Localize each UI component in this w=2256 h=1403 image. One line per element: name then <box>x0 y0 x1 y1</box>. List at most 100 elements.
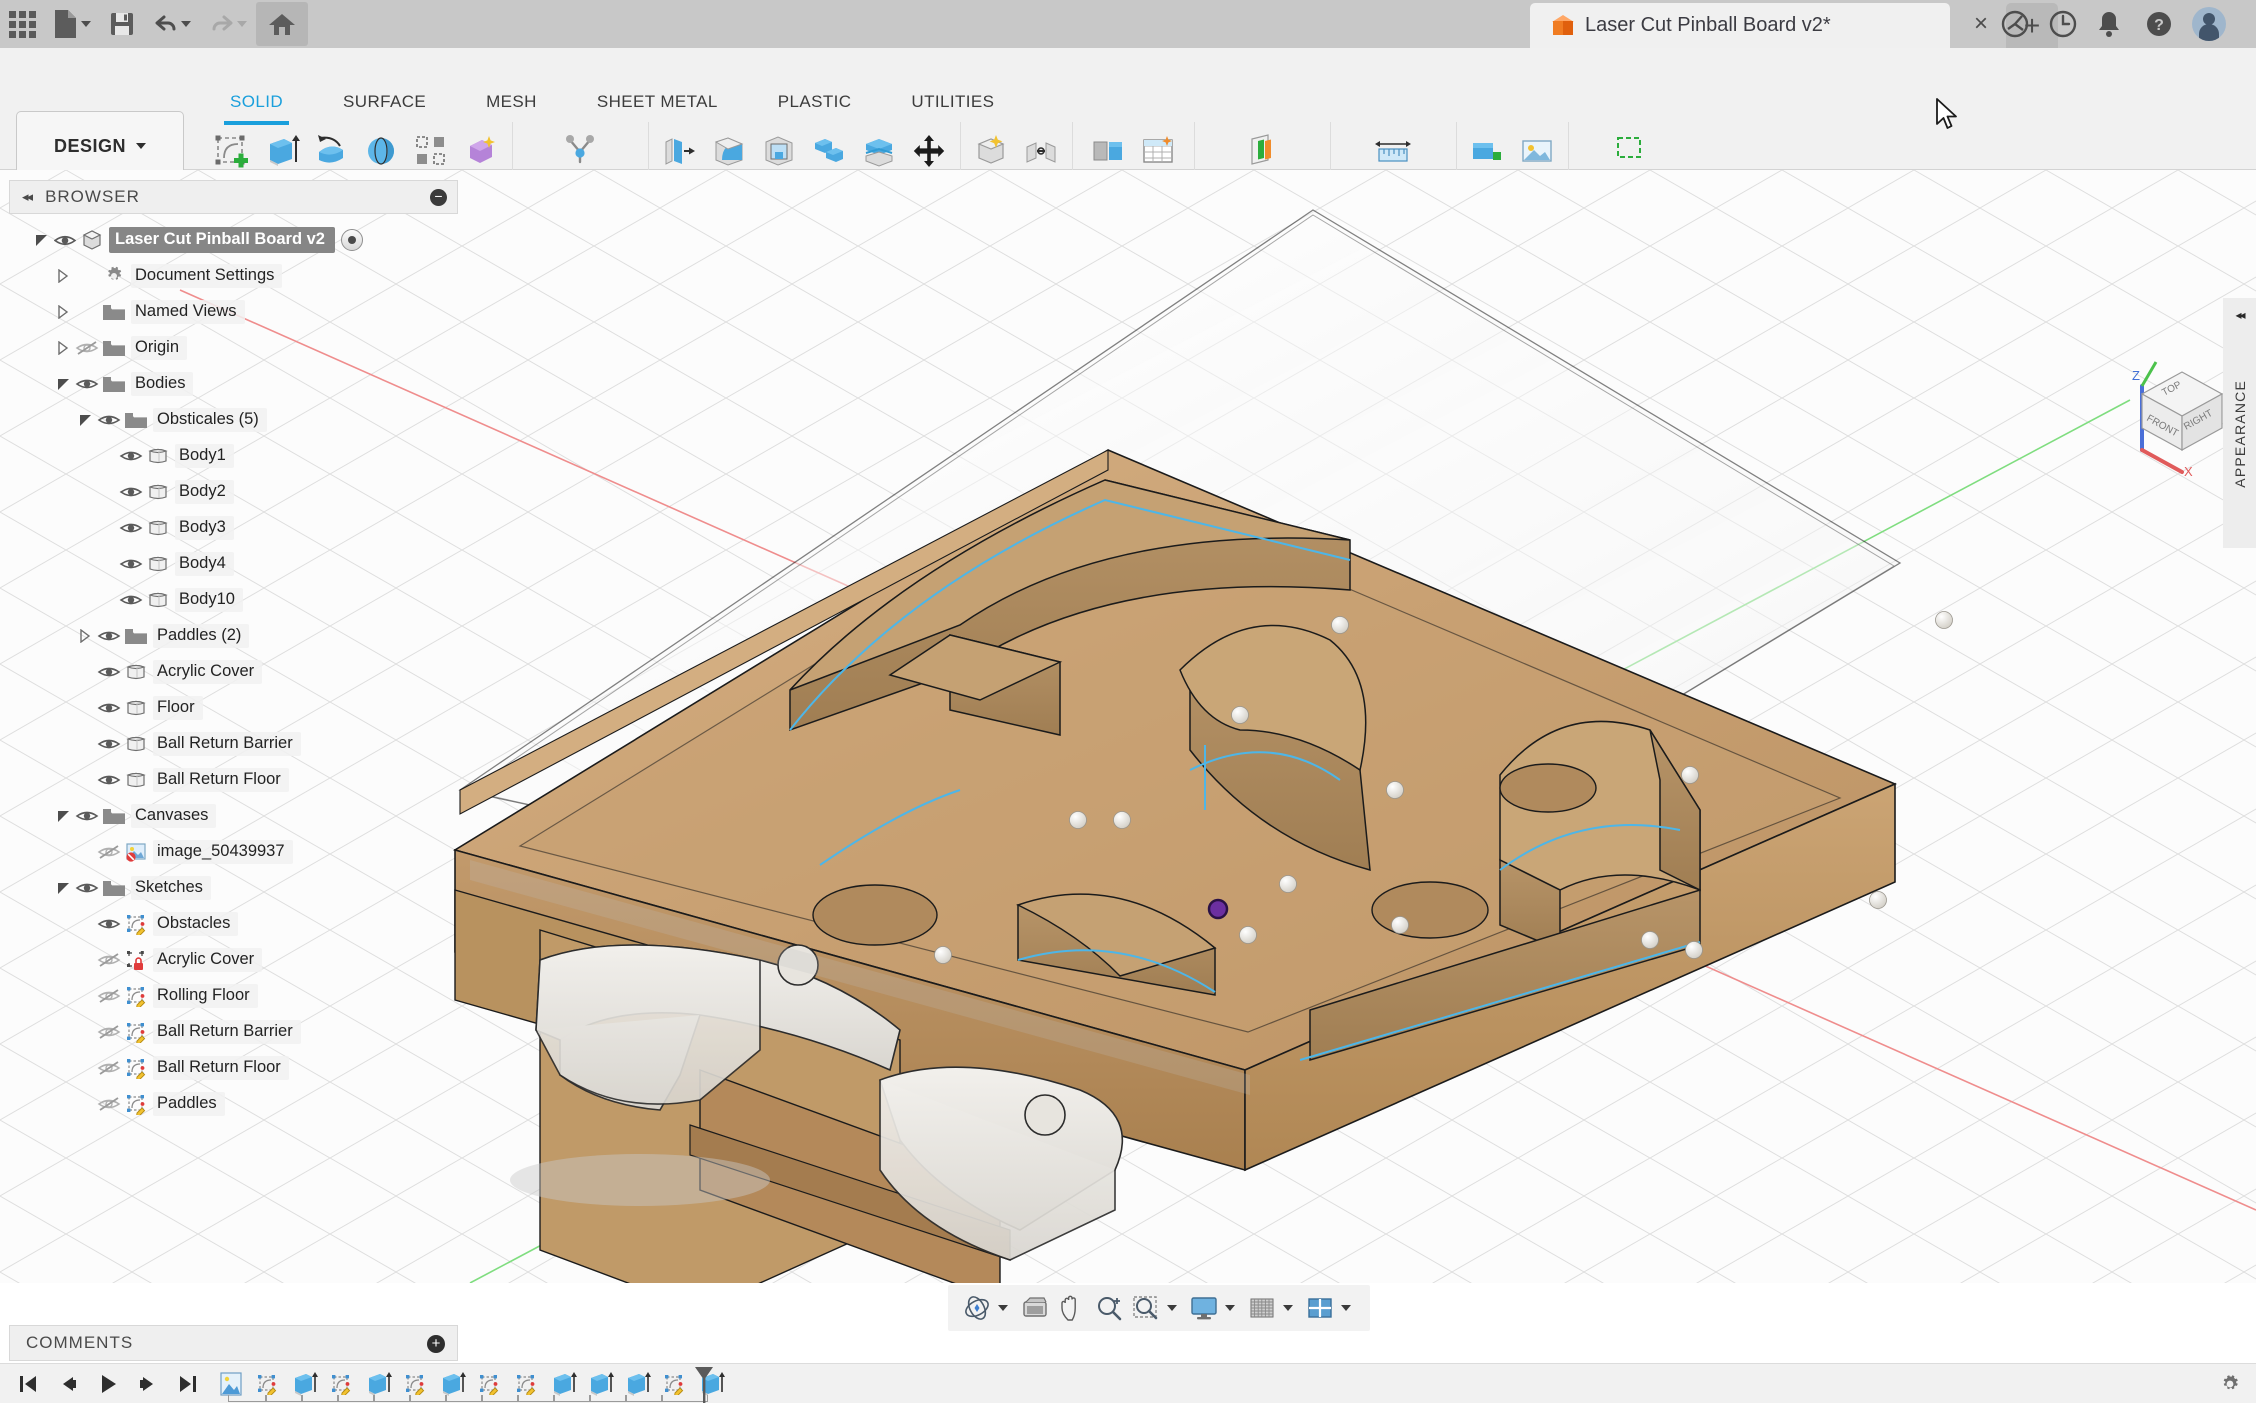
notifications-icon[interactable] <box>2096 9 2126 39</box>
grid-dropdown-caret[interactable] <box>1283 1305 1293 1311</box>
comments-panel[interactable]: COMMENTS + <box>9 1325 458 1361</box>
go-to-end-icon[interactable] <box>170 1366 206 1402</box>
expander-open-icon[interactable] <box>53 882 73 894</box>
offset-plane-icon[interactable] <box>1239 128 1285 174</box>
zoom-window-icon[interactable] <box>1129 1291 1163 1325</box>
tree-row[interactable]: Body10 <box>9 582 458 618</box>
redo-icon[interactable] <box>200 2 256 46</box>
tree-row[interactable]: Bodies <box>9 366 458 402</box>
viewports-dropdown-caret[interactable] <box>1341 1305 1351 1311</box>
visibility-eye-icon[interactable] <box>95 916 123 932</box>
activate-component-radio[interactable] <box>340 229 363 251</box>
play-icon[interactable] <box>90 1366 126 1402</box>
insert-canvas-icon[interactable] <box>1514 128 1560 174</box>
minimize-icon[interactable]: − <box>430 189 447 206</box>
visibility-eye-off-icon[interactable] <box>95 1024 123 1040</box>
tree-row[interactable]: Rolling Floor <box>9 978 458 1014</box>
extrude-icon[interactable] <box>258 128 304 174</box>
look-at-icon[interactable] <box>1018 1291 1052 1325</box>
view-cube[interactable]: Z X TOP FRONT RIGHT <box>2120 358 2240 479</box>
zoom-icon[interactable] <box>1092 1291 1126 1325</box>
pattern-icon[interactable] <box>408 128 454 174</box>
tree-row[interactable]: Document Settings <box>9 258 458 294</box>
viewports-icon[interactable] <box>1303 1291 1337 1325</box>
visibility-eye-icon[interactable] <box>73 880 101 896</box>
tab-sheet-metal[interactable]: SHEET METAL <box>567 92 748 118</box>
visibility-eye-off-icon[interactable] <box>95 988 123 1004</box>
collapse-right-icon[interactable]: ◂◂ <box>2235 308 2245 322</box>
automate-icon[interactable] <box>557 128 603 174</box>
tree-row[interactable]: Body3 <box>9 510 458 546</box>
visibility-eye-icon[interactable] <box>117 556 145 572</box>
display-dropdown-caret[interactable] <box>1225 1305 1235 1311</box>
tree-row-root[interactable]: Laser Cut Pinball Board v2 <box>9 222 458 258</box>
visibility-eye-off-icon[interactable] <box>95 952 123 968</box>
timeline-end-marker[interactable] <box>693 1366 715 1403</box>
expander-closed-icon[interactable] <box>53 269 73 283</box>
visibility-eye-icon[interactable] <box>95 412 123 428</box>
visibility-eye-off-icon[interactable] <box>95 1096 123 1112</box>
grid-snaps-icon[interactable] <box>1245 1291 1279 1325</box>
tree-row[interactable]: Acrylic Cover <box>9 654 458 690</box>
visibility-eye-icon[interactable] <box>117 448 145 464</box>
app-grid-icon[interactable] <box>0 2 44 46</box>
config-table-icon[interactable] <box>1135 128 1181 174</box>
tree-row[interactable]: Sketches <box>9 870 458 906</box>
tree-row[interactable]: Named Views <box>9 294 458 330</box>
revolve-icon[interactable] <box>308 128 354 174</box>
visibility-eye-icon[interactable] <box>95 628 123 644</box>
orbit-icon[interactable] <box>960 1291 994 1325</box>
visibility-eye-icon[interactable] <box>95 736 123 752</box>
tab-solid[interactable]: SOLID <box>200 92 313 125</box>
visibility-eye-off-icon[interactable] <box>95 844 123 860</box>
step-forward-icon[interactable] <box>130 1366 166 1402</box>
extensions-icon[interactable] <box>2000 9 2030 39</box>
new-file-icon[interactable] <box>44 2 100 46</box>
help-icon[interactable]: ? <box>2144 9 2174 39</box>
tree-row[interactable]: Acrylic Cover <box>9 942 458 978</box>
visibility-eye-icon[interactable] <box>73 808 101 824</box>
home-icon[interactable] <box>256 2 308 46</box>
go-to-beginning-icon[interactable] <box>10 1366 46 1402</box>
tree-row[interactable]: Ball Return Barrier <box>9 1014 458 1050</box>
expander-open-icon[interactable] <box>53 378 73 390</box>
joint-icon[interactable] <box>1018 128 1064 174</box>
sweep-icon[interactable] <box>358 128 404 174</box>
visibility-eye-icon[interactable] <box>117 484 145 500</box>
close-tab-button[interactable]: × <box>1968 12 1994 38</box>
create-more-icon[interactable] <box>458 128 504 174</box>
undo-icon[interactable] <box>144 2 200 46</box>
insert-mcmaster-icon[interactable] <box>1464 128 1510 174</box>
fillet-icon[interactable] <box>706 128 752 174</box>
document-tab[interactable]: Laser Cut Pinball Board v2* <box>1530 3 1950 48</box>
tree-row[interactable]: Canvases <box>9 798 458 834</box>
visibility-eye-icon[interactable] <box>117 592 145 608</box>
expander-open-icon[interactable] <box>53 810 73 822</box>
tree-row[interactable]: Obsticales (5) <box>9 402 458 438</box>
shell-icon[interactable] <box>756 128 802 174</box>
tree-row[interactable]: Obstacles <box>9 906 458 942</box>
visibility-eye-icon[interactable] <box>51 233 79 248</box>
step-back-icon[interactable] <box>50 1366 86 1402</box>
offset-face-icon[interactable] <box>856 128 902 174</box>
collapse-left-icon[interactable]: ◂◂ <box>22 189 33 205</box>
visibility-eye-icon[interactable] <box>95 700 123 716</box>
tree-row[interactable]: Body2 <box>9 474 458 510</box>
measure-icon[interactable] <box>1370 128 1416 174</box>
tree-row[interactable]: Body1 <box>9 438 458 474</box>
expander-open-icon[interactable] <box>31 234 51 246</box>
visibility-eye-icon[interactable] <box>95 664 123 680</box>
expander-open-icon[interactable] <box>75 414 95 426</box>
tree-row[interactable]: Floor <box>9 690 458 726</box>
orbit-dropdown-caret[interactable] <box>998 1305 1008 1311</box>
combine-icon[interactable] <box>806 128 852 174</box>
account-avatar[interactable] <box>2192 7 2226 41</box>
zoom-dropdown-caret[interactable] <box>1167 1305 1177 1311</box>
configure-icon[interactable] <box>1085 128 1131 174</box>
add-comment-button[interactable]: + <box>427 1335 445 1353</box>
expander-closed-icon[interactable] <box>53 341 73 355</box>
tree-row[interactable]: image_50439937 <box>9 834 458 870</box>
press-pull-icon[interactable] <box>656 128 702 174</box>
display-settings-icon[interactable] <box>1187 1291 1221 1325</box>
tree-row[interactable]: Paddles (2) <box>9 618 458 654</box>
